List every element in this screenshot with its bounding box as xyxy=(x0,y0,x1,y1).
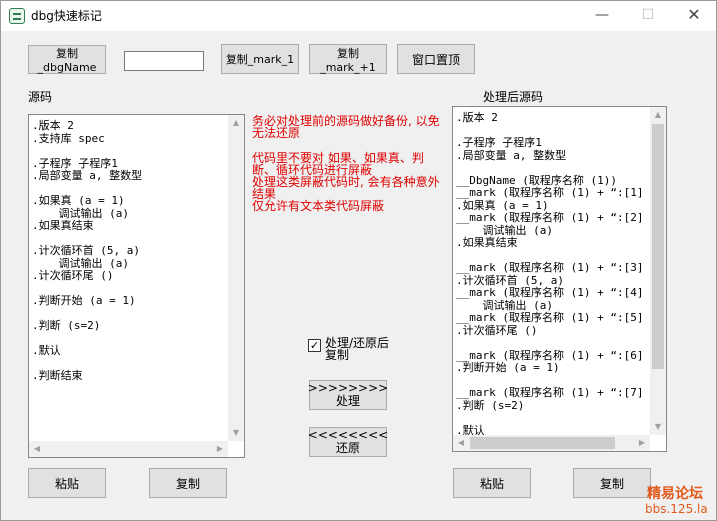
copy-source-button[interactable]: 复制 xyxy=(149,468,227,498)
source-horizontal-scrollbar[interactable]: ◀ ▶ xyxy=(29,441,228,457)
processed-label: 处理后源码 xyxy=(483,90,544,104)
copy-processed-button[interactable]: 复制 xyxy=(573,468,651,498)
restore-button[interactable]: <<<<<<<< 还原 xyxy=(308,427,388,457)
copy-after-process-checkbox[interactable]: ✓ xyxy=(308,339,321,352)
app-icon xyxy=(9,8,25,24)
code-line: .局部变量 a, 整数型 xyxy=(456,148,567,162)
watermark-url: bbs.125.la xyxy=(645,502,708,516)
shielding-rules-text: 代码里不要对 如果、如果真、判 断、循环代码进行屏蔽 处理这类屏蔽代码时, 会有… xyxy=(252,151,440,213)
code-line: __DbgName (取程序名称 (1)) xyxy=(456,173,617,187)
code-line: 调试输出 (a) xyxy=(32,206,129,220)
scroll-down-icon[interactable]: ▼ xyxy=(228,425,244,441)
code-line: .判断结束 xyxy=(32,369,83,382)
minimize-button[interactable]: — xyxy=(579,1,625,31)
watermark-logo: 精易论坛 xyxy=(647,486,703,502)
code-line: .如果真结束 xyxy=(32,219,94,232)
code-line: .如果真 (a = 1) xyxy=(456,198,549,212)
scroll-down-icon[interactable]: ▼ xyxy=(650,419,666,435)
scroll-left-icon[interactable]: ◀ xyxy=(453,435,469,451)
scroll-right-icon[interactable]: ▶ xyxy=(212,441,228,457)
copy-dbgname-button[interactable]: 复制_dbgName xyxy=(28,45,106,74)
scrollbar-thumb[interactable] xyxy=(470,437,615,449)
code-line: __mark (取程序名称 (1) + “:[4] xyxy=(456,286,644,299)
code-line: .判断开始 (a = 1) xyxy=(456,361,560,374)
processed-vertical-scrollbar[interactable]: ▲ ▼ xyxy=(650,107,666,435)
code-line: 调试输出 (a) xyxy=(32,256,129,270)
paste-processed-button[interactable]: 粘贴 xyxy=(453,468,531,498)
code-line: .计次循环首 (5, a) xyxy=(32,244,140,257)
process-button[interactable]: >>>>>>>> 处理 xyxy=(308,380,388,410)
main-window: dbg快速标记 — ☐ ✕ 复制_dbgName 复制_mark_1 复制_ma… xyxy=(0,0,717,521)
code-line: .支持库 spec xyxy=(32,131,105,145)
forum-watermark: 精易论坛 bbs.125.la xyxy=(641,483,717,521)
close-button[interactable]: ✕ xyxy=(671,1,717,31)
code-line: 调试输出 (a) xyxy=(456,223,553,237)
code-line: __mark (取程序名称 (1) + “:[3] xyxy=(456,261,644,274)
code-line: .子程序 子程序1 xyxy=(456,136,542,149)
code-line: .判断 (s=2) xyxy=(456,398,525,412)
code-line: .版本 2 xyxy=(32,119,74,132)
source-label: 源码 xyxy=(28,90,53,104)
source-vertical-scrollbar[interactable]: ▲ ▼ xyxy=(228,115,244,441)
source-code-editor[interactable]: .版本 2 .支持库 spec .子程序 子程序1 .局部变量 a, 整数型 .如果真 … xyxy=(28,114,245,458)
code-line: 调试输出 (a) xyxy=(456,298,553,312)
code-line: __mark (取程序名称 (1) + “:[5] xyxy=(456,311,644,324)
code-line: .子程序 子程序1 xyxy=(32,156,118,170)
code-line: __mark (取程序名称 (1) + “:[2] xyxy=(456,211,644,224)
scrollbar-thumb[interactable] xyxy=(652,124,664,369)
code-line: .计次循环尾 () xyxy=(32,269,114,282)
code-line: __mark (取程序名称 (1) + “:[1] xyxy=(456,186,644,199)
copy-after-process-label: 处理/还原后 复制 xyxy=(325,336,390,362)
code-line: __mark (取程序名称 (1) + “:[6] xyxy=(456,348,644,362)
scroll-left-icon[interactable]: ◀ xyxy=(29,441,45,457)
code-line: .判断 (s=2) xyxy=(32,319,101,332)
code-line: .局部变量 a, 整数型 xyxy=(32,169,143,182)
title-bar[interactable]: dbg快速标记 — ☐ ✕ xyxy=(1,1,716,31)
code-line: .版本 2 xyxy=(456,111,498,124)
code-line: .默认 xyxy=(32,344,61,357)
code-line: .如果真结束 xyxy=(456,236,518,249)
code-line: .计次循环尾 () xyxy=(456,323,538,337)
maximize-button[interactable]: ☐ xyxy=(625,1,671,31)
backup-warning-text: 务必对处理前的源码做好备份, 以免 无法还原 xyxy=(252,114,440,140)
processed-horizontal-scrollbar[interactable]: ◀ ▶ xyxy=(453,435,650,451)
window-topmost-button[interactable]: 窗口置顶 xyxy=(397,44,475,74)
mark-start-input[interactable] xyxy=(124,51,204,71)
code-line: .如果真 (a = 1) xyxy=(32,194,125,207)
paste-source-button[interactable]: 粘贴 xyxy=(28,468,106,498)
copy-mark-plus1-button[interactable]: 复制_mark_+1 xyxy=(309,44,387,74)
code-line: .判断开始 (a = 1) xyxy=(32,294,136,307)
scroll-right-icon[interactable]: ▶ xyxy=(634,435,650,451)
scroll-up-icon[interactable]: ▲ xyxy=(228,115,244,131)
code-line: .计次循环首 (5, a) xyxy=(456,273,564,287)
copy-mark-1-button[interactable]: 复制_mark_1 xyxy=(221,44,299,74)
window-title: dbg快速标记 xyxy=(31,9,102,23)
code-line: __mark (取程序名称 (1) + “:[7] xyxy=(456,386,644,399)
processed-code-editor[interactable]: .版本 2 .子程序 子程序1 .局部变量 a, 整数型 __DbgName (取程序… xyxy=(452,106,667,452)
scroll-up-icon[interactable]: ▲ xyxy=(650,107,666,123)
